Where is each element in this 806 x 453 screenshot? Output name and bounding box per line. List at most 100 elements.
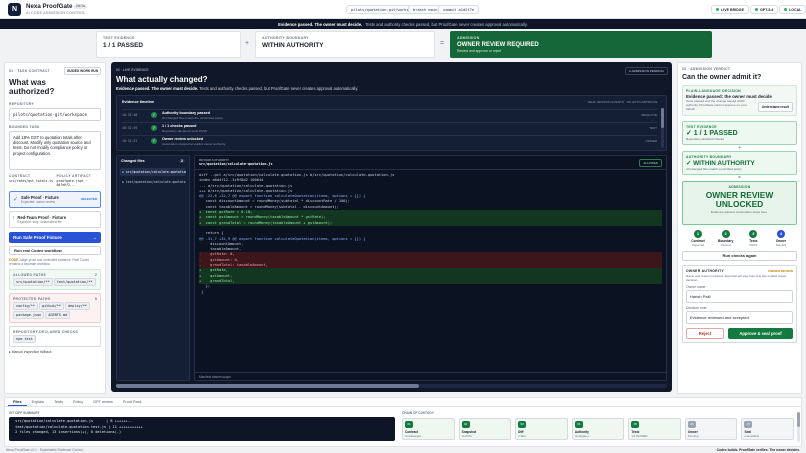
diff-viewer: REVIEW AUTHORITY src/quotation/calculate…	[194, 155, 667, 381]
test-evidence-card: TEST EVIDENCE 1 / 1 PASSED	[96, 31, 241, 58]
file-added-icon: ●	[122, 180, 124, 184]
policy-value: proofgate.json · 8d7e6f2...	[56, 178, 88, 187]
run-codex-button[interactable]: Run real Codex workflow	[9, 245, 101, 255]
event-subtitle: All changed files match the committed po…	[162, 116, 224, 120]
guided-run-button[interactable]: GUIDED WORK RUN	[63, 67, 101, 75]
changed-file-list: ●src/quotation/calculate-quotation.ts●te…	[117, 168, 189, 186]
owner-name-input[interactable]: Harish Patil	[686, 289, 793, 303]
timeline-scrollbar[interactable]	[661, 108, 664, 148]
admission-step: 4 Owner Needed	[771, 229, 791, 247]
protected-path-list: config/** github/** deploy/** package.json A…	[13, 301, 97, 319]
section-label: 02 · LIVE EVIDENCE	[116, 68, 149, 72]
custody-index: 01	[405, 421, 413, 428]
footer: Nexa ProofGate v0.1 · Explainable Eviden…	[6, 448, 800, 452]
bottom-panel: Files Explain Tests Policy GPT review Proof P…	[4, 397, 802, 447]
section-label: 01 · TASK CONTRACT	[9, 69, 51, 73]
file-path: test/quotation/calculate-quotation.test.…	[125, 180, 186, 184]
arrow-right-icon: →	[92, 234, 98, 240]
admission-steps: 1 Contract Captured 2 Boundary Passed 3 Tests PA…	[682, 229, 797, 247]
event-time: 10:32:48	[122, 113, 138, 117]
event-title: 1 / 1 checks passed	[162, 124, 197, 128]
authority-boundary-card: AUTHORITY BOUNDARY WITHIN AUTHORITY	[255, 31, 435, 58]
bottom-tabs: Files Explain Tests Policy GPT review Proof P…	[5, 398, 801, 407]
plus-operator: +	[245, 40, 250, 47]
local-pill[interactable]: LOCAL	[779, 5, 806, 14]
app-name: Nexa ProofGate	[26, 3, 73, 11]
admission-step: 3 Tests PASS	[743, 229, 763, 247]
run-checks-again-button[interactable]: Run checks again	[682, 250, 797, 261]
live-bridge-pill[interactable]: LIVE BRIDGE	[711, 5, 749, 14]
commit-pill[interactable]: commit a1d2f7e	[438, 5, 480, 14]
admission-verdict: ADMISSION OWNER REVIEW UNLOCKED Evidence…	[682, 180, 797, 225]
allowed-badge: ALLOWED	[639, 159, 662, 167]
panel-title: What actually changed?	[116, 75, 208, 84]
repository-field[interactable]: pilots/quotation-git/workspace	[9, 107, 101, 121]
red-team-fixture-option[interactable]: ! Red-Team Proof · Fixture Expected: stop…	[9, 210, 101, 228]
custody-detail: 1/1 PASSED	[631, 434, 648, 438]
path-tag: deploy/**	[64, 302, 90, 310]
decision-note-input[interactable]: Evidence reviewed and accepted.	[686, 310, 793, 324]
timeline-event: 10:32:49 ✓ 1 / 1 checks passed Repository-d…	[122, 122, 657, 133]
changed-file-item[interactable]: ●src/quotation/calculate-quotation.ts	[120, 168, 186, 176]
authority-verdict: AUTHORITY BOUNDARY ✓ WITHIN AUTHORITY Al…	[682, 150, 797, 175]
custody-step: 01 Contract src/rates/gst...	[402, 418, 455, 440]
diff-file-name: src/quotation/calculate-quotation.js	[199, 162, 273, 166]
path-tag: github/**	[38, 302, 64, 310]
horizontal-scrollbar[interactable]	[116, 384, 667, 388]
custody-detail: 2 files	[518, 434, 526, 438]
approve-seal-button[interactable]: Approve & seal proof	[728, 327, 793, 339]
diff-footer: Manifest absent scope	[195, 372, 666, 380]
tab-gpt-review[interactable]: GPT review	[88, 398, 118, 406]
event-tag: OWNER	[645, 139, 658, 143]
center-banner: Evidence passed. The owner must decide. …	[116, 86, 359, 91]
step-status: PASS	[749, 242, 758, 247]
app-logo: N	[8, 2, 21, 16]
allowed-path-list: src/quotation/** test/quotation/**	[13, 277, 97, 286]
panel-title: What was authorized?	[9, 78, 55, 96]
diff-code: diff --git a/src/quotation/calculate-quo…	[195, 170, 666, 295]
tab-proof-pack[interactable]: Proof Pack	[118, 398, 147, 406]
local-dot-icon	[784, 8, 787, 11]
equals-operator: =	[738, 174, 741, 181]
check-circle-icon: ✓	[151, 125, 157, 131]
custody-detail: proofgate.j...	[574, 434, 591, 438]
manual-fallback-toggle[interactable]: ▸ Manual Inspection fallback	[9, 350, 101, 354]
chain-of-custody: 01 Contract src/rates/gst... 02 Snapshot a1d2…	[402, 418, 795, 440]
brand: Nexa ProofGate BETA AI CODE ADMISSION CON…	[26, 3, 88, 15]
safe-proof-fixture-option[interactable]: ✓ Safe Proof · Fixture Expected: owner re…	[9, 190, 101, 208]
event-subtitle: Automation stopped at explicit owner aut…	[162, 142, 226, 146]
custody-step: 07 Seal unavailable	[741, 418, 795, 440]
model-pill[interactable]: GPT-5.4	[750, 5, 779, 14]
admission-verdict-panel: 03 · ADMISSION VERDICT Can the owner adm…	[677, 62, 802, 394]
event-tag: ABSOLUTE	[640, 113, 657, 117]
reject-button[interactable]: Reject	[686, 327, 724, 339]
custody-step: 06 Owner Pending	[684, 418, 738, 440]
step-number: 1	[694, 229, 702, 238]
changed-file-item[interactable]: ●test/quotation/calculate-quotation.test…	[120, 178, 186, 186]
evidence-timeline: Evidence timeline REAL SESSION EVENTS · …	[116, 95, 667, 151]
tab-policy[interactable]: Policy	[68, 398, 88, 406]
bounded-task-textarea[interactable]: Add 18% GST to quotation totals after di…	[9, 130, 101, 170]
file-added-icon: ●	[122, 170, 124, 174]
bottom-scrollbar[interactable]	[797, 412, 800, 442]
live-evidence-panel: 02 · LIVE EVIDENCE ● ADMISSION PENDING W…	[111, 62, 672, 392]
event-tag: TEST	[649, 126, 657, 130]
event-time: 10:32:49	[122, 126, 138, 130]
event-title: Owner review unlocked	[162, 137, 204, 141]
step-status: Needed	[775, 242, 787, 247]
custody-step: 03 Diff 2 files	[515, 418, 568, 440]
tab-files[interactable]: Files	[8, 398, 27, 406]
section-label: 03 · ADMISSION VERDICT	[682, 67, 731, 71]
admission-card: ADMISSION OWNER REVIEW REQUIRED Review a…	[450, 31, 712, 58]
tab-tests[interactable]: Tests	[49, 398, 68, 406]
panel-title: Can the owner admit it?	[682, 74, 762, 81]
path-tag: src/quotation/**	[13, 278, 53, 286]
tab-explain[interactable]: Explain	[27, 398, 49, 406]
step-status: Captured	[691, 242, 705, 247]
event-time: 10:32:51	[122, 139, 138, 143]
custody-index: 05	[631, 421, 640, 428]
run-safe-proof-button[interactable]: Run Safe Proof Fixture →	[9, 231, 101, 243]
path-tag: package.json	[13, 311, 45, 319]
custody-step: 02 Snapshot a1d2f7e	[458, 418, 512, 440]
understand-result-button[interactable]: Understand result	[757, 101, 793, 112]
